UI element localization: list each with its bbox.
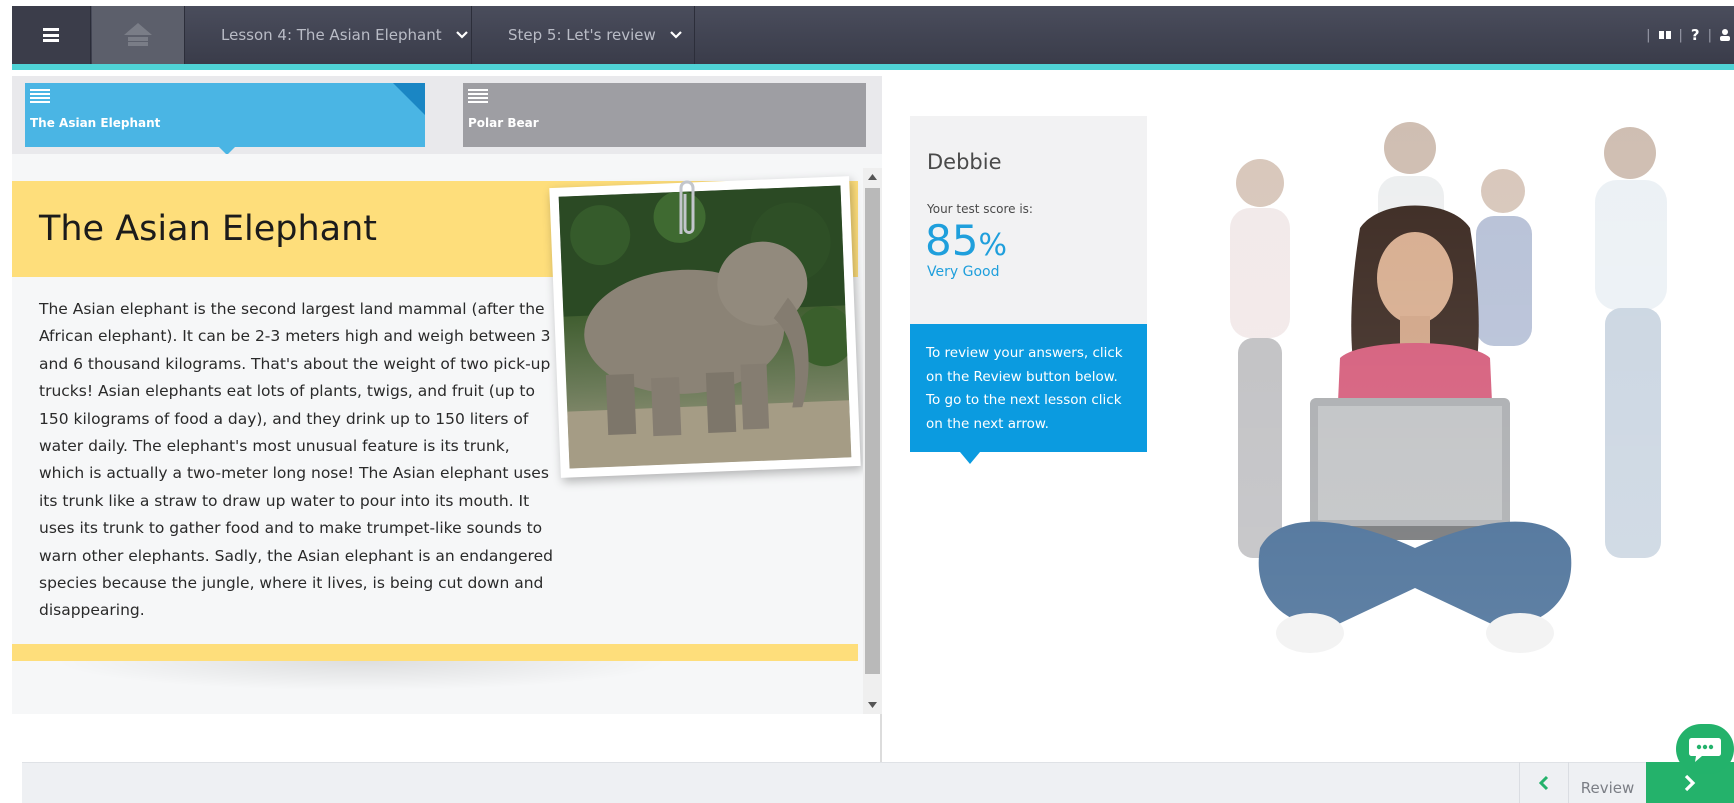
document-icon [468,89,488,103]
reading-panel: The Asian Elephant Polar Bear The Asian … [12,76,882,762]
vertical-scrollbar[interactable] [863,168,882,714]
elephant-photo [558,185,852,469]
text-tabs: The Asian Elephant Polar Bear [12,76,882,155]
header-tools: | | ? | [1646,6,1734,64]
home-button[interactable] [92,6,184,64]
article-body: The Asian elephant is the second largest… [39,300,553,620]
book-icon[interactable] [1658,30,1671,40]
tab-asian-elephant[interactable]: The Asian Elephant [25,83,425,155]
user-icon[interactable] [1720,29,1730,41]
article-footer-band [12,644,858,661]
footer-shadow [52,661,672,691]
divider: | [1707,27,1712,43]
review-tip: To review your answers, click on the Rev… [910,324,1147,464]
tab-corner-fold [393,83,425,115]
tab-polar-bear[interactable]: Polar Bear [463,83,866,147]
tab-label: The Asian Elephant [30,116,161,130]
paperclip-icon [679,180,695,234]
document-icon [30,89,50,103]
previous-button[interactable] [1519,762,1567,803]
score-label: Your test score is: [927,202,1033,216]
chevron-down-icon [670,31,682,39]
lesson-dropdown-label: Lesson 4: The Asian Elephant [221,26,442,44]
scroll-up-arrow[interactable] [863,168,882,186]
score-unit: % [978,228,1007,263]
student-name: Debbie [927,150,1002,174]
bottom-navigation-bar [22,762,1734,803]
chevron-right-icon [1684,774,1696,791]
step-dropdown-label: Step 5: Let's review [508,26,656,44]
top-navigation-bar: Lesson 4: The Asian Elephant Step 5: Let… [12,6,1734,70]
accent-stripe [12,64,1734,70]
chevron-left-icon [1538,775,1548,790]
help-icon[interactable]: ? [1691,26,1700,44]
home-icon [124,23,152,46]
scrollbar-thumb[interactable] [865,188,880,674]
review-button-label: Review [1580,778,1635,797]
menu-button[interactable] [12,6,91,64]
chat-icon [1689,738,1721,762]
score-card: Debbie Your test score is: 85% Very Good [910,116,1147,324]
score-rating: Very Good [927,264,1000,280]
review-button[interactable]: Review [1568,762,1646,803]
scroll-down-arrow[interactable] [863,696,882,714]
chevron-down-icon [455,31,468,39]
chat-button[interactable] [1676,724,1734,774]
menu-icon [43,28,59,42]
score-value: 85% [925,216,1007,265]
tab-label: Polar Bear [468,116,539,130]
score-number: 85 [925,216,979,265]
students-photo [1200,108,1710,738]
article-title: The Asian Elephant [39,209,378,249]
divider: | [1646,27,1651,43]
elephant-photo-frame [549,176,861,478]
divider: | [1678,27,1683,43]
review-tip-text: To review your answers, click on the Rev… [926,345,1123,432]
step-dropdown[interactable]: Step 5: Let's review [472,6,695,64]
lesson-dropdown[interactable]: Lesson 4: The Asian Elephant [184,6,472,64]
tip-pointer [960,452,980,464]
